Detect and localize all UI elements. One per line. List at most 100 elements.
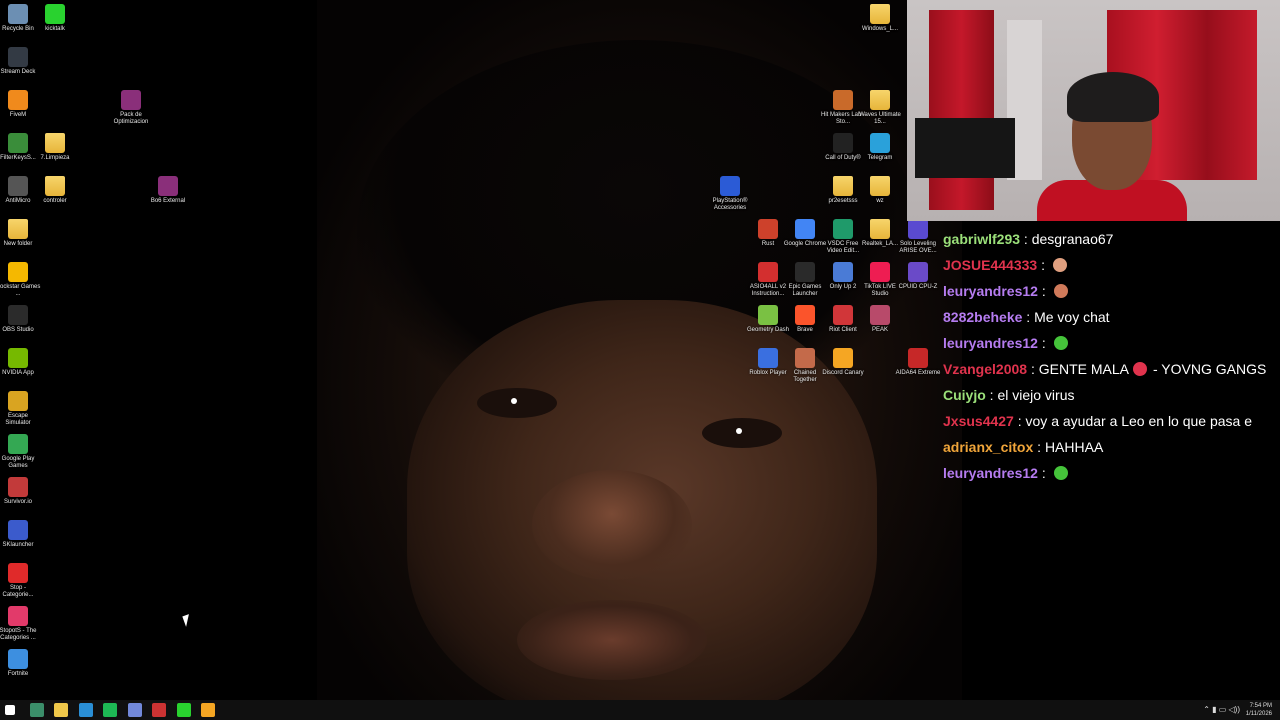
chat-separator: : [1037, 465, 1050, 481]
desktop-shortcut[interactable]: Stream Deck [0, 47, 41, 76]
spotify-app-icon[interactable] [103, 703, 117, 717]
chat-separator: : [985, 387, 998, 403]
desktop-shortcut-label: NVIDIA App [2, 370, 34, 376]
edge-app-icon[interactable] [78, 703, 93, 717]
desktop-shortcut[interactable]: New folder [0, 219, 41, 248]
desktop-shortcut[interactable]: Solo Leveling ARISE OVE... [895, 219, 941, 255]
chat-username[interactable]: leuryandres12 [943, 465, 1038, 481]
desktop-shortcut-label: PlayStation® Accessories [712, 198, 748, 211]
folder-icon [870, 219, 890, 239]
desktop-shortcut-label: StopotS - The Categories ... [0, 628, 37, 641]
game-icon [8, 606, 28, 626]
fortnite-icon [8, 649, 28, 669]
chat-separator: : [1013, 413, 1026, 429]
desktop-shortcut[interactable]: Discord Canary [820, 348, 866, 377]
desktop-shortcut[interactable]: Windows_L... [857, 4, 903, 33]
desktop-shortcut-label: OBS Studio [2, 327, 34, 333]
chat-username[interactable]: Vzangel2008 [943, 361, 1027, 377]
chat-username[interactable]: leuryandres12 [943, 283, 1038, 299]
chat-username[interactable]: 8282beheke [943, 309, 1022, 325]
start-button-icon[interactable] [5, 705, 15, 715]
telegram-icon [870, 133, 890, 153]
chat-emote-icon [1132, 362, 1147, 376]
system-tray[interactable]: ⌃ ▮ ▭ ◁)) [1203, 705, 1240, 714]
chat-text: voy a ayudar a Leo en lo que pasa e [1025, 413, 1253, 429]
clock-date: 1/11/2026 [1245, 711, 1272, 717]
chat-username[interactable]: gabriwlf293 [943, 231, 1020, 247]
play-games-icon [8, 434, 28, 454]
game-icon [8, 391, 28, 411]
desktop-shortcut-label: wz [876, 198, 884, 204]
desktop-shortcut[interactable]: Rockstar Games ... [0, 262, 41, 298]
webcam-overlay [907, 0, 1280, 221]
geometry-dash-icon [758, 305, 778, 325]
desktop-shortcut[interactable]: StopotS - The Categories ... [0, 606, 41, 642]
desktop-shortcut-label: FiveM [9, 112, 27, 118]
desktop-shortcut[interactable]: CPUID CPU-Z [895, 262, 941, 291]
streamer-beanie [1067, 72, 1159, 122]
cod-icon [833, 133, 853, 153]
discord-app-icon[interactable] [127, 703, 142, 717]
game-icon [8, 563, 28, 583]
desktop-shortcut[interactable]: Pack de Optimizacion [108, 90, 154, 126]
chat-username[interactable]: leuryandres12 [943, 335, 1038, 351]
chat-separator: : [1020, 231, 1032, 247]
desktop-shortcut-label: Telegram [867, 155, 893, 161]
chat-username[interactable]: Jxsus4427 [943, 413, 1014, 429]
game-icon [8, 477, 28, 497]
desktop-shortcut[interactable]: Google Play Games [0, 434, 41, 470]
file-explorer-app-icon[interactable] [54, 703, 68, 717]
chat-text: el viejo virus [997, 387, 1075, 403]
winrar-icon [121, 90, 141, 110]
taskbar-clock[interactable]: 7:54 PM 1/11/2026 [1246, 702, 1272, 718]
desktop-shortcut[interactable]: SKlauncher [0, 520, 41, 549]
app-icon [8, 133, 28, 153]
kick-app-icon[interactable] [176, 703, 191, 717]
desktop-shortcut-label: Windows_L... [861, 26, 898, 32]
discord-icon [833, 348, 853, 368]
folder-icon [8, 219, 28, 239]
chrome-app-icon[interactable] [201, 703, 215, 717]
curtain-left [929, 10, 994, 210]
roblox-icon [758, 348, 778, 368]
chat-separator: : [1037, 335, 1050, 351]
peak-icon [870, 305, 890, 325]
desktop-shortcut[interactable]: Waves Ultimate 15... [857, 90, 903, 126]
desktop-shortcut[interactable]: Survivor.io [0, 477, 41, 506]
desktop-shortcut[interactable]: PEAK [857, 305, 903, 334]
desktop-shortcut[interactable]: Telegram [857, 133, 903, 162]
desktop-shortcut[interactable]: kicktalk [32, 4, 78, 33]
desktop: Recycle Bin kicktalk Stream Deck FiveM Pack … [0, 0, 1280, 700]
desktop-shortcut-label: CPUID CPU-Z [898, 284, 938, 290]
desktop-shortcut-label: Discord Canary [822, 370, 864, 376]
winrar-icon [158, 176, 178, 196]
chat-message: JOSUE444333 : [943, 252, 1280, 278]
chat-username[interactable]: Cuiyjo [943, 387, 986, 403]
desktop-shortcut[interactable]: Escape Simulator [0, 391, 41, 427]
folder-icon [45, 133, 65, 153]
chat-username[interactable]: adrianx_citox [943, 439, 1033, 455]
chat-username[interactable]: JOSUE444333 [943, 257, 1037, 273]
obs-app-icon[interactable] [152, 703, 166, 717]
chat-emote-icon [1053, 466, 1068, 480]
launcher-icon [8, 520, 28, 540]
desktop-shortcut[interactable]: Bo6 External [145, 176, 191, 205]
folder-icon [870, 176, 890, 196]
desktop-shortcut[interactable]: PlayStation® Accessories [707, 176, 753, 212]
desktop-shortcut-label: controler [43, 198, 67, 204]
desktop-shortcut-label: Bo6 External [150, 198, 186, 204]
desktop-shortcut[interactable]: Fortnite [0, 649, 41, 678]
desktop-shortcut[interactable]: AIDA64 Extreme [895, 348, 941, 377]
desktop-shortcut[interactable]: OBS Studio [0, 305, 41, 334]
desktop-shortcut[interactable]: FiveM [0, 90, 41, 119]
chat-message: Vzangel2008 : GENTE MALA - YOVNG GANGS [943, 356, 1280, 382]
desktop-shortcut[interactable]: NVIDIA App [0, 348, 41, 377]
stream-deck-icon [8, 47, 28, 67]
desktop-shortcut[interactable]: 7.Limpieza [32, 133, 78, 162]
desktop-shortcut[interactable]: Stop - Categorie... [0, 563, 41, 599]
terminal-app-icon[interactable] [29, 703, 44, 717]
desktop-shortcut[interactable]: controler [32, 176, 78, 205]
desktop-shortcut-label: Rockstar Games ... [0, 284, 41, 297]
desktop-shortcut[interactable]: wz [857, 176, 903, 205]
chat-emote-icon [1052, 258, 1067, 272]
